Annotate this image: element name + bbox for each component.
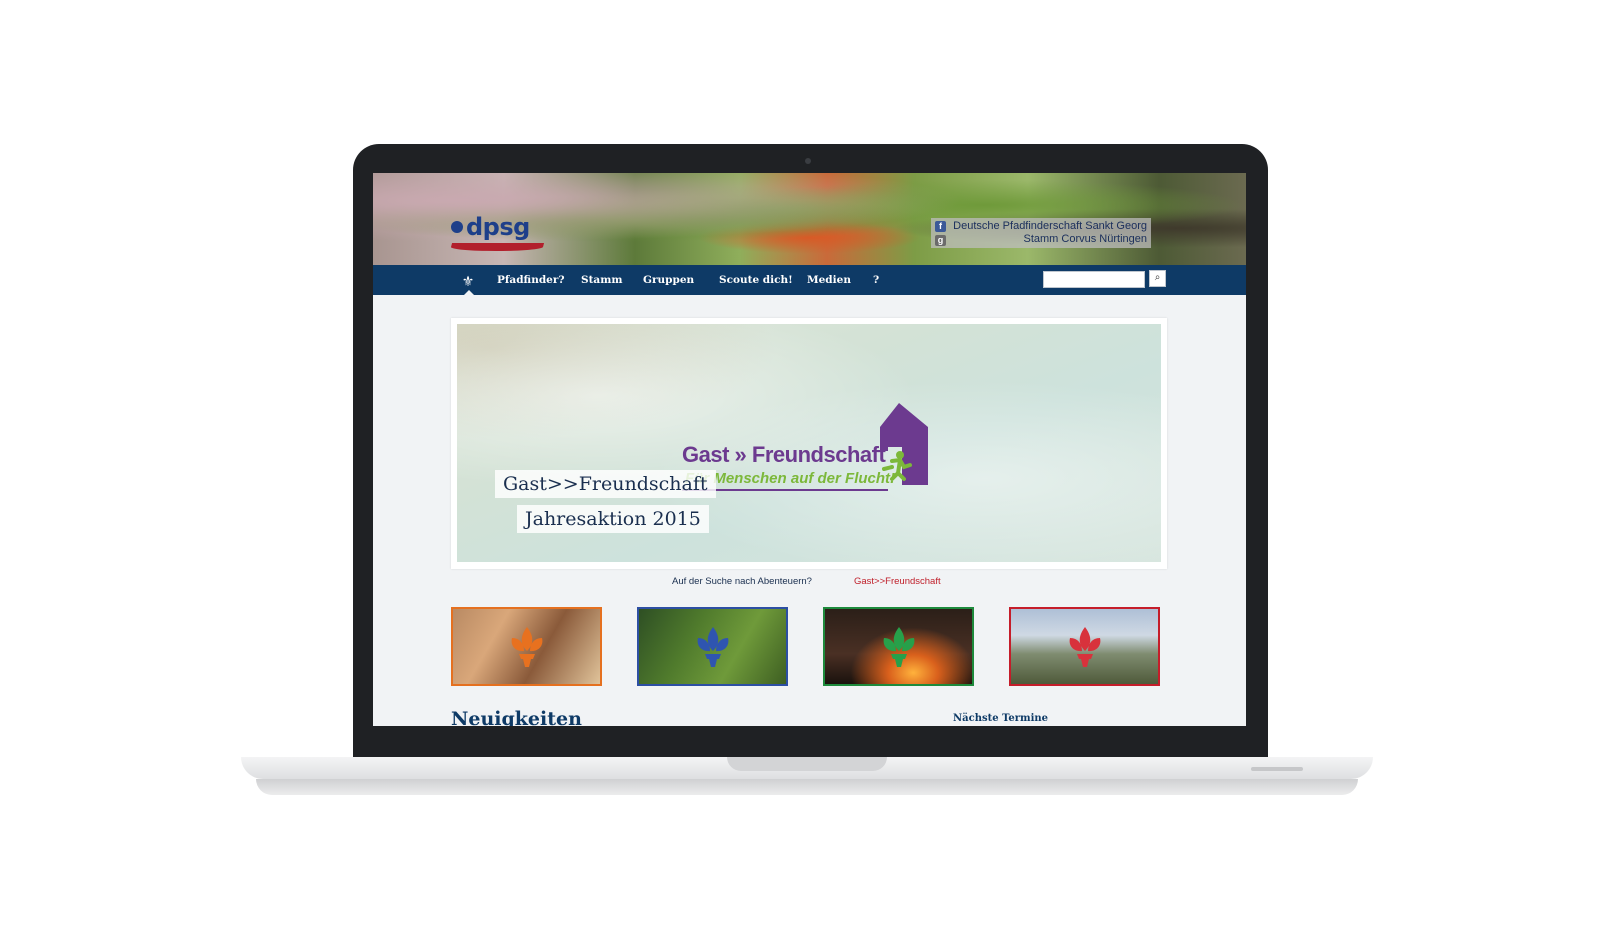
campaign-title-left: Gast: [682, 442, 729, 467]
nav-item-stamm[interactable]: Stamm: [581, 265, 622, 295]
hero-caption-subtitle: Jahresaktion 2015: [517, 505, 709, 533]
camera-dot: [805, 158, 811, 164]
hero-slider[interactable]: Gast » Freundschaft Für Menschen auf der…: [451, 318, 1167, 569]
hinge-notch: [727, 757, 887, 771]
lily-icon-green: [883, 626, 914, 667]
facebook-icon[interactable]: f: [935, 221, 946, 232]
hero-image: Gast » Freundschaft Für Menschen auf der…: [457, 324, 1161, 562]
header-banner: dpsg f g Deutsche Pfadfinderschaft Sankt…: [373, 173, 1246, 265]
news-heading: Neuigkeiten: [451, 708, 582, 726]
home-lily-icon[interactable]: ⚜: [460, 273, 476, 289]
nav-item-pfadfinder[interactable]: Pfadfinder?: [497, 265, 565, 295]
google-plus-icon[interactable]: g: [935, 235, 946, 246]
campaign-title-right: Freundschaft: [751, 442, 886, 467]
active-caret-icon: [464, 290, 474, 295]
thumbnail-woelflinge[interactable]: [451, 607, 602, 686]
campaign-logo-title: Gast » Freundschaft: [682, 442, 886, 468]
lily-icon-orange: [511, 626, 542, 667]
logo-dot-icon: [451, 221, 463, 233]
house-exit-icon: [880, 403, 928, 485]
laptop-base-shadow: [256, 779, 1358, 795]
slider-link-gastfreundschaft[interactable]: Gast>>Freundschaft: [854, 576, 941, 587]
thumbnail-rover[interactable]: [1009, 607, 1160, 686]
search-icon: ⌕: [1154, 272, 1161, 283]
lily-icon-blue: [697, 626, 728, 667]
base-slot: [1251, 767, 1303, 771]
hero-caption-title: Gast>>Freundschaft: [495, 470, 716, 498]
campaign-title-separator: »: [734, 442, 747, 467]
nav-item-medien[interactable]: Medien: [807, 265, 851, 295]
browser-viewport: dpsg f g Deutsche Pfadfinderschaft Sankt…: [373, 173, 1246, 726]
slider-link-adventure[interactable]: Auf der Suche nach Abenteuern?: [672, 576, 812, 587]
search-input[interactable]: [1043, 271, 1145, 288]
lily-icon-red: [1069, 626, 1100, 667]
main-nav: ⚜ Pfadfinder? Stamm Gruppen Scoute dich!…: [373, 265, 1246, 295]
nav-item-help[interactable]: ?: [873, 265, 879, 295]
dpsg-logo[interactable]: dpsg: [451, 213, 530, 241]
search-button[interactable]: ⌕: [1149, 270, 1166, 287]
thumbnail-jungpfadfinder[interactable]: [637, 607, 788, 686]
events-heading: Nächste Termine: [953, 713, 1049, 724]
laptop-base: [241, 757, 1373, 779]
org-name: Deutsche Pfadfinderschaft Sankt Georg: [953, 220, 1147, 232]
thumbnail-pfadfinder[interactable]: [823, 607, 974, 686]
org-info-box: f g Deutsche Pfadfinderschaft Sankt Geor…: [931, 218, 1151, 248]
nav-item-gruppen[interactable]: Gruppen: [643, 265, 694, 295]
campaign-logo-subtitle: Für Menschen auf der Flucht!: [685, 470, 896, 487]
nav-item-scoute-dich[interactable]: Scoute dich!: [719, 265, 793, 295]
logo-text: dpsg: [466, 213, 530, 241]
logo-swoosh: [449, 243, 545, 251]
org-unit: Stamm Corvus Nürtingen: [1023, 233, 1148, 245]
